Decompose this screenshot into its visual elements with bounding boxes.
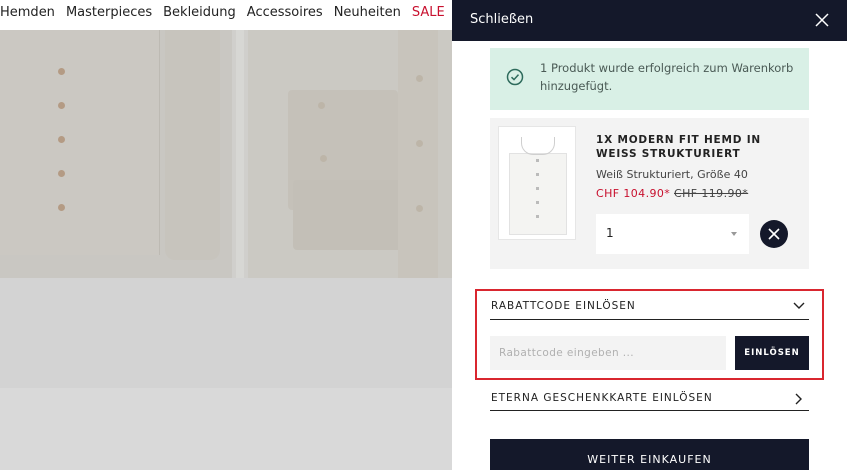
shirt-button: [58, 204, 65, 211]
nav-item-accessoires[interactable]: Accessoires: [247, 5, 323, 20]
product-shirt-buttons: [536, 159, 539, 229]
page-background: [0, 388, 452, 470]
close-icon[interactable]: [815, 13, 829, 27]
image-divider: [236, 30, 244, 278]
shirt-button: [416, 205, 423, 212]
quantity-select[interactable]: 1: [596, 214, 749, 254]
shirt-button: [320, 155, 327, 162]
nav-item-sale[interactable]: SALE: [412, 5, 445, 20]
nav-item-hemden[interactable]: Hemden: [0, 5, 55, 20]
shirt-cuff: [293, 180, 403, 250]
shirt-image-left: [0, 30, 232, 278]
close-drawer-label[interactable]: Schließen: [470, 12, 533, 27]
shirt-button: [416, 140, 423, 147]
coupon-label: Rabattcode einlösen: [491, 300, 636, 312]
coupon-input[interactable]: [490, 336, 726, 370]
price-current: CHF 104.90*: [596, 187, 671, 200]
chevron-down-icon: [793, 302, 805, 309]
coupon-apply-button[interactable]: EINLÖSEN: [735, 336, 809, 370]
remove-x-icon: [768, 228, 780, 240]
coupon-toggle[interactable]: Rabattcode einlösen: [490, 296, 809, 320]
success-notice: 1 Produkt wurde erfolgreich zum Warenkor…: [490, 48, 809, 110]
gift-card-label: Eterna Geschenkkarte einlösen: [491, 392, 713, 404]
cart-drawer: Schließen 1 Produkt wurde erfolgreich zu…: [452, 0, 847, 470]
shirt-button: [416, 75, 423, 82]
shirt-sleeve: [165, 30, 220, 260]
main-navigation: Hemden Masterpieces Bekleidung Accessoir…: [0, 0, 464, 30]
hero-image: [0, 30, 452, 278]
nav-item-bekleidung[interactable]: Bekleidung: [163, 5, 236, 20]
quantity-value: 1: [606, 226, 614, 240]
continue-shopping-button[interactable]: Weiter einkaufen: [490, 439, 809, 470]
price-original: CHF 119.90*: [674, 187, 749, 200]
shirt-placket: [398, 30, 438, 278]
shirt-image-right: [248, 30, 452, 278]
product-variant: Weiß Strukturiert, Größe 40: [596, 168, 748, 181]
shirt-button: [58, 68, 65, 75]
remove-item-button[interactable]: [760, 220, 788, 248]
product-name[interactable]: 1x Modern Fit Hemd in weiss strukturiert: [596, 133, 796, 161]
shirt-button: [58, 102, 65, 109]
check-circle-icon: [506, 68, 524, 86]
product-shirt-collar: [521, 137, 555, 155]
nav-item-neuheiten[interactable]: Neuheiten: [334, 5, 401, 20]
shirt-button: [318, 102, 325, 109]
success-message: 1 Produkt wurde erfolgreich zum Warenkor…: [540, 61, 794, 93]
gift-card-toggle[interactable]: Eterna Geschenkkarte einlösen: [490, 389, 809, 411]
chevron-right-icon: [795, 393, 802, 405]
nav-item-masterpieces[interactable]: Masterpieces: [66, 5, 152, 20]
cart-item: 1x Modern Fit Hemd in weiss strukturiert…: [490, 118, 809, 269]
caret-down-icon: [731, 232, 737, 236]
nav-items: Hemden Masterpieces Bekleidung Accessoir…: [0, 5, 475, 20]
product-image[interactable]: [498, 126, 576, 240]
shirt-button: [58, 170, 65, 177]
drawer-header: Schließen: [452, 0, 847, 41]
shirt-button: [58, 136, 65, 143]
shirt-body: [0, 30, 160, 255]
page-background: [0, 278, 452, 388]
